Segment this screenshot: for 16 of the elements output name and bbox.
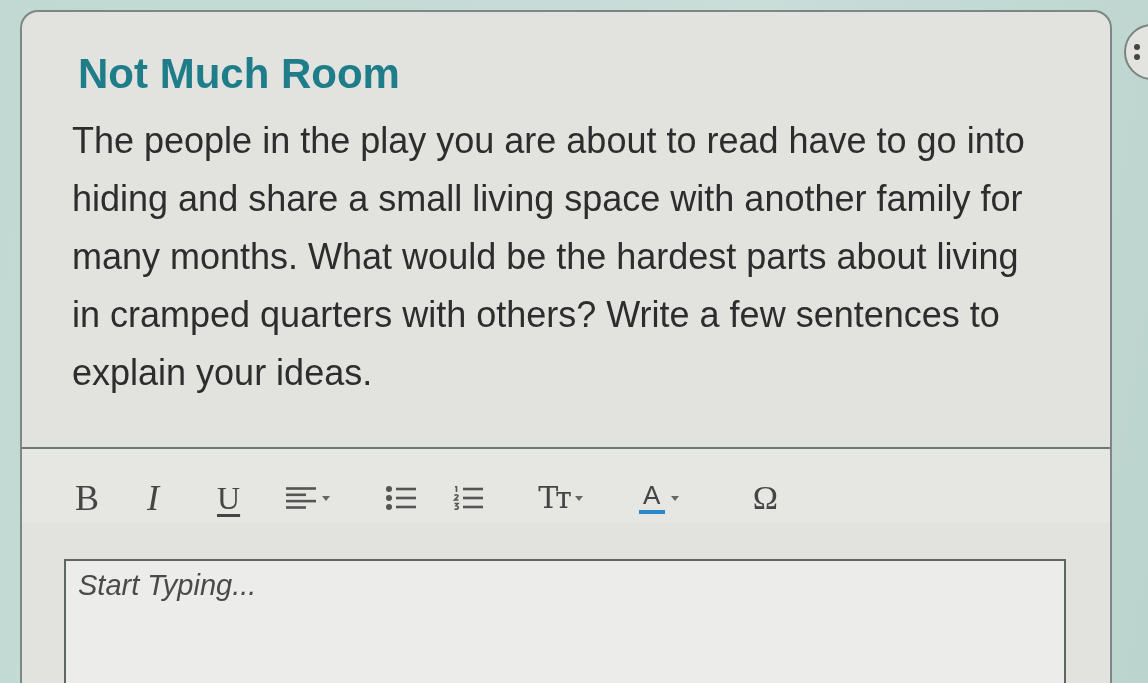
question-prompt: The people in the play you are about to read have to go into hiding and share a small living space with another family for many months. What would be the hardest parts about living in cramped quarters with others? Write a few sentences to explain your ideas.: [72, 119, 1026, 395]
question-title: Not Much Room: [78, 49, 401, 99]
caret-icon: [670, 495, 679, 501]
dots-icon: [1134, 44, 1140, 60]
answer-field[interactable]: Start Typing...: [64, 559, 1066, 683]
align-left-icon: [286, 487, 317, 509]
caret-icon: [322, 495, 331, 501]
underline-button[interactable]: U: [203, 473, 255, 523]
text-size-button[interactable]: Tᴛ: [524, 473, 597, 523]
numbered-list-icon: [453, 486, 484, 510]
bold-button[interactable]: B: [65, 473, 115, 523]
caret-icon: [574, 495, 583, 501]
text-color-button[interactable]: A: [624, 473, 693, 523]
special-character-button[interactable]: Ω: [738, 473, 792, 523]
italic-button[interactable]: I: [133, 473, 173, 523]
bullet-list-icon: [386, 486, 417, 510]
